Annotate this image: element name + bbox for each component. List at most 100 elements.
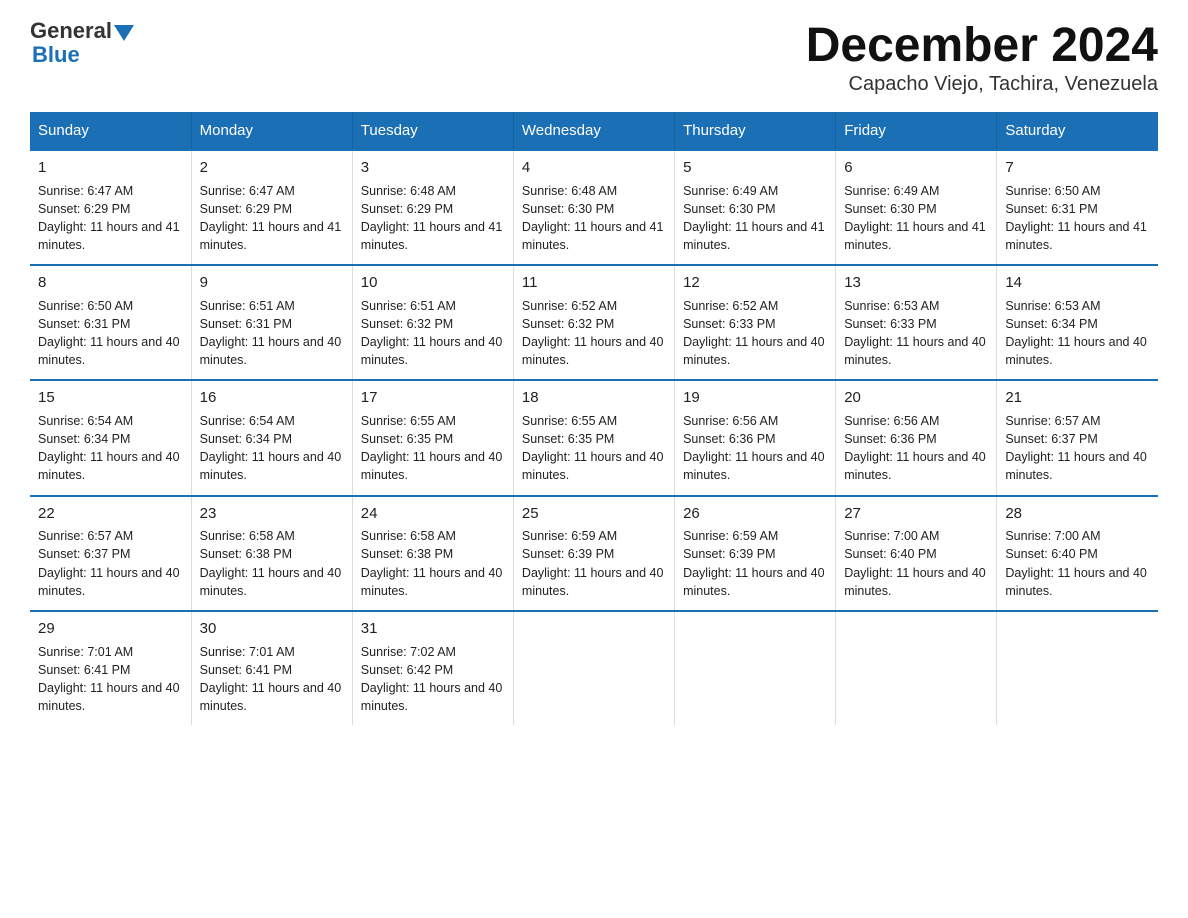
day-header-sunday: Sunday (30, 112, 191, 150)
calendar-day-cell (836, 611, 997, 725)
calendar-header: SundayMondayTuesdayWednesdayThursdayFrid… (30, 112, 1158, 150)
logo-arrow-icon (114, 25, 134, 41)
calendar-day-cell: 21 Sunrise: 6:57 AMSunset: 6:37 PMDayligh… (997, 380, 1158, 495)
calendar-day-cell: 2Sunrise: 6:47 AMSunset: 6:29 PMDaylight… (191, 150, 352, 265)
day-number: 8 (38, 272, 183, 294)
day-header-wednesday: Wednesday (513, 112, 674, 150)
calendar-day-cell: 4 Sunrise: 6:48 AMSunset: 6:30 PMDaylight… (513, 150, 674, 265)
day-info: Sunrise: 7:02 AMSunset: 6:42 PMDaylight:… (361, 643, 505, 716)
calendar-day-cell: 6 Sunrise: 6:49 AMSunset: 6:30 PMDaylight… (836, 150, 997, 265)
calendar-day-cell: 5 Sunrise: 6:49 AMSunset: 6:30 PMDaylight… (675, 150, 836, 265)
day-info: Sunrise: 6:48 AMSunset: 6:29 PMDaylight:… (361, 182, 505, 255)
calendar-subtitle: Capacho Viejo, Tachira, Venezuela (806, 73, 1158, 96)
day-number: 5 (683, 157, 827, 179)
day-number: 29 (38, 618, 183, 640)
calendar-day-cell: 7 Sunrise: 6:50 AMSunset: 6:31 PMDaylight… (997, 150, 1158, 265)
calendar-week-row: 22Sunrise: 6:57 AMSunset: 6:37 PMDayligh… (30, 496, 1158, 611)
day-number: 13 (844, 272, 988, 294)
day-number: 1 (38, 157, 183, 179)
day-info: Sunrise: 6:53 AMSunset: 6:33 PMDaylight:… (844, 297, 988, 370)
calendar-day-cell: 12Sunrise: 6:52 AMSunset: 6:33 PMDayligh… (675, 265, 836, 380)
day-info: Sunrise: 6:49 AMSunset: 6:30 PMDaylight:… (844, 182, 988, 255)
calendar-day-cell: 13 Sunrise: 6:53 AMSunset: 6:33 PMDayligh… (836, 265, 997, 380)
day-info: Sunrise: 6:50 AMSunset: 6:31 PMDaylight:… (38, 297, 183, 370)
day-number: 21 (1005, 387, 1150, 409)
day-info: Sunrise: 7:00 AMSunset: 6:40 PMDaylight:… (1005, 527, 1150, 600)
calendar-day-cell (513, 611, 674, 725)
day-number: 12 (683, 272, 827, 294)
calendar-day-cell: 24Sunrise: 6:58 AMSunset: 6:38 PMDayligh… (352, 496, 513, 611)
day-info: Sunrise: 6:56 AMSunset: 6:36 PMDaylight:… (683, 412, 827, 485)
calendar-day-cell: 3 Sunrise: 6:48 AMSunset: 6:29 PMDaylight… (352, 150, 513, 265)
day-info: Sunrise: 6:57 AMSunset: 6:37 PMDaylight:… (1005, 412, 1150, 485)
day-info: Sunrise: 6:59 AMSunset: 6:39 PMDaylight:… (522, 527, 666, 600)
day-info: Sunrise: 6:49 AMSunset: 6:30 PMDaylight:… (683, 182, 827, 255)
calendar-day-cell: 11 Sunrise: 6:52 AMSunset: 6:32 PMDayligh… (513, 265, 674, 380)
calendar-day-cell: 28Sunrise: 7:00 AMSunset: 6:40 PMDayligh… (997, 496, 1158, 611)
day-info: Sunrise: 6:47 AMSunset: 6:29 PMDaylight:… (38, 182, 183, 255)
day-header-tuesday: Tuesday (352, 112, 513, 150)
day-info: Sunrise: 6:57 AMSunset: 6:37 PMDaylight:… (38, 527, 183, 600)
day-info: Sunrise: 6:53 AMSunset: 6:34 PMDaylight:… (1005, 297, 1150, 370)
day-number: 30 (200, 618, 344, 640)
day-number: 19 (683, 387, 827, 409)
day-info: Sunrise: 6:47 AMSunset: 6:29 PMDaylight:… (200, 182, 344, 255)
logo: General Blue (30, 20, 134, 68)
day-number: 20 (844, 387, 988, 409)
page-header: General Blue December 2024 Capacho Viejo… (30, 20, 1158, 96)
day-number: 25 (522, 503, 666, 525)
day-info: Sunrise: 6:50 AMSunset: 6:31 PMDaylight:… (1005, 182, 1150, 255)
day-header-row: SundayMondayTuesdayWednesdayThursdayFrid… (30, 112, 1158, 150)
day-header-thursday: Thursday (675, 112, 836, 150)
logo-blue-text: Blue (32, 42, 80, 68)
day-header-monday: Monday (191, 112, 352, 150)
calendar-day-cell (997, 611, 1158, 725)
day-number: 22 (38, 503, 183, 525)
calendar-day-cell: 1 Sunrise: 6:47 AMSunset: 6:29 PMDaylight… (30, 150, 191, 265)
day-number: 6 (844, 157, 988, 179)
day-number: 15 (38, 387, 183, 409)
calendar-day-cell: 10Sunrise: 6:51 AMSunset: 6:32 PMDayligh… (352, 265, 513, 380)
day-info: Sunrise: 6:52 AMSunset: 6:32 PMDaylight:… (522, 297, 666, 370)
day-info: Sunrise: 6:59 AMSunset: 6:39 PMDaylight:… (683, 527, 827, 600)
day-number: 24 (361, 503, 505, 525)
calendar-day-cell: 18Sunrise: 6:55 AMSunset: 6:35 PMDayligh… (513, 380, 674, 495)
day-info: Sunrise: 6:58 AMSunset: 6:38 PMDaylight:… (361, 527, 505, 600)
day-info: Sunrise: 7:00 AMSunset: 6:40 PMDaylight:… (844, 527, 988, 600)
calendar-day-cell: 15Sunrise: 6:54 AMSunset: 6:34 PMDayligh… (30, 380, 191, 495)
day-number: 23 (200, 503, 344, 525)
calendar-title: December 2024 (806, 20, 1158, 73)
calendar-week-row: 29 Sunrise: 7:01 AMSunset: 6:41 PMDayligh… (30, 611, 1158, 725)
day-number: 7 (1005, 157, 1150, 179)
day-info: Sunrise: 6:56 AMSunset: 6:36 PMDaylight:… (844, 412, 988, 485)
calendar-day-cell (675, 611, 836, 725)
calendar-week-row: 1 Sunrise: 6:47 AMSunset: 6:29 PMDaylight… (30, 150, 1158, 265)
calendar-day-cell: 27Sunrise: 7:00 AMSunset: 6:40 PMDayligh… (836, 496, 997, 611)
calendar-day-cell: 17Sunrise: 6:55 AMSunset: 6:35 PMDayligh… (352, 380, 513, 495)
day-info: Sunrise: 6:58 AMSunset: 6:38 PMDaylight:… (200, 527, 344, 600)
calendar-day-cell: 16 Sunrise: 6:54 AMSunset: 6:34 PMDayligh… (191, 380, 352, 495)
day-info: Sunrise: 7:01 AMSunset: 6:41 PMDaylight:… (38, 643, 183, 716)
day-number: 11 (522, 272, 666, 294)
day-number: 27 (844, 503, 988, 525)
day-number: 18 (522, 387, 666, 409)
day-number: 16 (200, 387, 344, 409)
calendar-day-cell: 22Sunrise: 6:57 AMSunset: 6:37 PMDayligh… (30, 496, 191, 611)
day-info: Sunrise: 6:51 AMSunset: 6:31 PMDaylight:… (200, 297, 344, 370)
day-header-saturday: Saturday (997, 112, 1158, 150)
day-number: 31 (361, 618, 505, 640)
day-info: Sunrise: 6:54 AMSunset: 6:34 PMDaylight:… (200, 412, 344, 485)
day-number: 4 (522, 157, 666, 179)
day-number: 3 (361, 157, 505, 179)
calendar-body: 1 Sunrise: 6:47 AMSunset: 6:29 PMDaylight… (30, 150, 1158, 725)
day-info: Sunrise: 6:48 AMSunset: 6:30 PMDaylight:… (522, 182, 666, 255)
calendar-day-cell: 19 Sunrise: 6:56 AMSunset: 6:36 PMDayligh… (675, 380, 836, 495)
title-block: December 2024 Capacho Viejo, Tachira, Ve… (806, 20, 1158, 96)
calendar-day-cell: 26Sunrise: 6:59 AMSunset: 6:39 PMDayligh… (675, 496, 836, 611)
calendar-day-cell: 14Sunrise: 6:53 AMSunset: 6:34 PMDayligh… (997, 265, 1158, 380)
day-number: 17 (361, 387, 505, 409)
calendar-day-cell: 9Sunrise: 6:51 AMSunset: 6:31 PMDaylight… (191, 265, 352, 380)
day-info: Sunrise: 7:01 AMSunset: 6:41 PMDaylight:… (200, 643, 344, 716)
calendar-table: SundayMondayTuesdayWednesdayThursdayFrid… (30, 112, 1158, 725)
calendar-day-cell: 31 Sunrise: 7:02 AMSunset: 6:42 PMDayligh… (352, 611, 513, 725)
